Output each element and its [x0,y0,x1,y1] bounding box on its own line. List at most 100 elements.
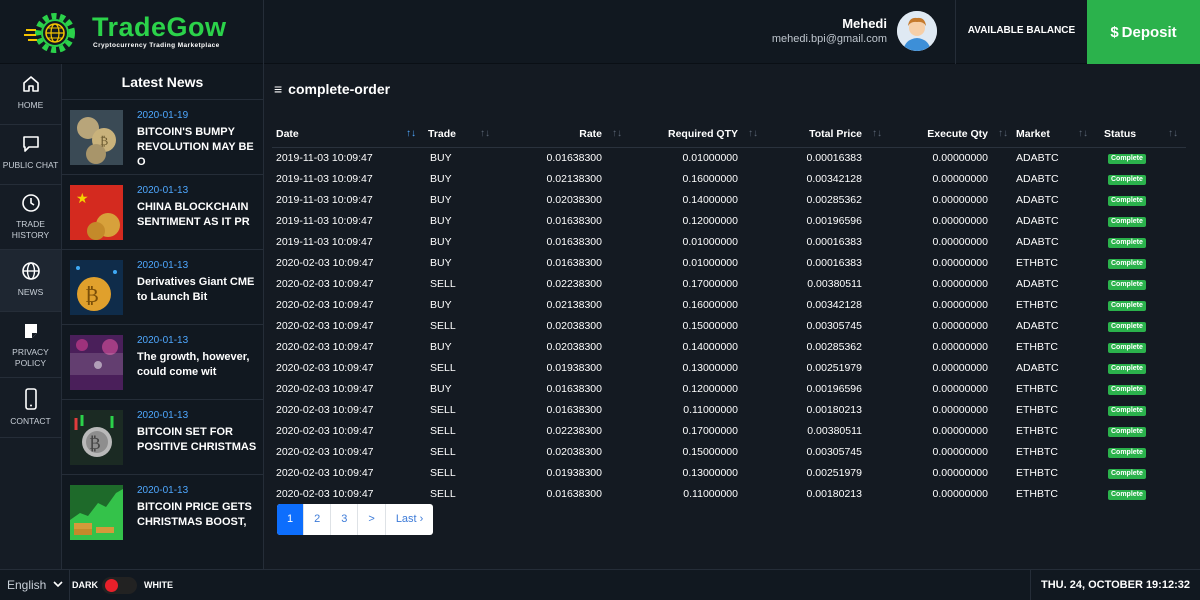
table-cell: BUY [430,193,452,206]
column-header-date[interactable]: Date ↑↓ [272,121,424,148]
news-date: 2020-01-13 [137,410,189,421]
status-badge: Complete [1108,196,1146,206]
table-cell: Complete [1094,168,1186,189]
status-badge: Complete [1108,448,1146,458]
sort-icon[interactable]: ↑↓ [748,128,758,139]
table-row[interactable]: 2019-11-03 10:09:47 BUY 0.01638300 0.010000… [272,147,1186,168]
table-cell: 0.00000000 [932,235,988,248]
table-cell: 0.00180213 [806,487,862,500]
deposit-button[interactable]: $ Deposit [1087,0,1200,64]
table-row[interactable]: 2019-11-03 10:09:47 BUY 0.02138300 0.160000… [272,168,1186,189]
language-select[interactable]: English [0,570,70,600]
column-header-execute-qty[interactable]: Execute Qty ↑↓ [886,121,1012,148]
table-row[interactable]: 2020-02-03 10:09:47 SELL 0.02238300 0.17000… [272,420,1186,441]
sidebar-item-public-chat[interactable]: PUBLIC CHAT [0,125,61,185]
table-cell: 2020-02-03 10:09:47 [276,298,374,311]
column-header-total-price[interactable]: Total Price ↑↓ [762,121,886,148]
menu-icon[interactable]: ≡ [274,81,282,97]
table-cell: 0.00000000 [932,487,988,500]
table-cell: ADABTC [1016,193,1059,206]
news-item[interactable]: 2020-01-13 The growth, however, could co… [62,325,263,400]
deposit-label: Deposit [1121,23,1177,41]
table-cell: Complete [1094,336,1186,357]
status-badge: Complete [1108,259,1146,269]
sort-icon[interactable]: ↑↓ [1078,128,1088,139]
table-cell: 0.01638300 [546,151,602,164]
table-cell: 0.17000000 [682,277,738,290]
table-cell: 0.00305745 [806,445,862,458]
sort-icon[interactable]: ↑↓ [998,128,1008,139]
table-row[interactable]: 2020-02-03 10:09:47 BUY 0.02138300 0.160000… [272,294,1186,315]
column-header-market[interactable]: Market ↑↓ [1012,121,1094,148]
table-row[interactable]: 2020-02-03 10:09:47 SELL 0.02038300 0.15000… [272,315,1186,336]
table-row[interactable]: 2020-02-03 10:09:47 SELL 0.01938300 0.13000… [272,357,1186,378]
chat-icon [22,136,39,152]
sidebar-item-news[interactable]: NEWS [0,250,61,312]
pagination: 1 2 3 > Last › [277,504,434,535]
table-cell: 0.00000000 [932,214,988,227]
table-cell: 0.00196596 [806,214,862,227]
user-name: Mehedi [842,16,887,31]
column-header-status[interactable]: Status ↑↓ [1094,121,1186,148]
news-item[interactable]: ₿ 2020-01-13 Derivatives Giant CME to La… [62,250,263,325]
table-cell: Complete [1094,357,1186,378]
table-cell: 0.00016383 [806,151,862,164]
sort-icon[interactable]: ↑↓ [1168,128,1178,139]
theme-toggle[interactable] [102,577,137,594]
table-cell: 0.02038300 [546,445,602,458]
news-title: Derivatives Giant CME to Launch Bit [137,276,255,303]
table-cell: SELL [430,277,456,290]
sidebar-item-contact[interactable]: CONTACT [0,378,61,438]
sort-icon[interactable]: ↑↓ [480,128,490,139]
table-cell: 0.00000000 [932,445,988,458]
table-row[interactable]: 2020-02-03 10:09:47 SELL 0.02238300 0.17000… [272,273,1186,294]
table-row[interactable]: 2019-11-03 10:09:47 BUY 0.01638300 0.120000… [272,210,1186,231]
table-row[interactable]: 2020-02-03 10:09:47 SELL 0.01638300 0.11000… [272,483,1186,504]
table-row[interactable]: 2019-11-03 10:09:47 BUY 0.02038300 0.140000… [272,189,1186,210]
table-cell: 0.00000000 [932,277,988,290]
table-row[interactable]: 2020-02-03 10:09:47 SELL 0.02038300 0.15000… [272,441,1186,462]
status-badge: Complete [1108,469,1146,479]
sidebar-item-home[interactable]: HOME [0,64,61,125]
column-header-required-qty[interactable]: Required QTY ↑↓ [626,121,762,148]
column-header-rate[interactable]: Rate ↑↓ [498,121,626,148]
dark-mode-label: DARK [72,580,98,590]
news-item[interactable]: ₿ 2020-01-13 BITCOIN SET FOR POSITIVE CH… [62,400,263,475]
table-cell: Complete [1094,420,1186,441]
user-avatar-icon [897,11,937,51]
table-cell: 0.01638300 [546,235,602,248]
sort-icon[interactable]: ↑↓ [406,128,416,139]
sort-icon[interactable]: ↑↓ [872,128,882,139]
table-row[interactable]: 2020-02-03 10:09:47 BUY 0.01638300 0.120000… [272,378,1186,399]
sort-icon[interactable]: ↑↓ [612,128,622,139]
table-cell: 0.02038300 [546,193,602,206]
page-button[interactable]: Last › [386,504,434,535]
page-button[interactable]: 2 [304,504,332,535]
table-row[interactable]: 2020-02-03 10:09:47 SELL 0.01938300 0.13000… [272,462,1186,483]
logo[interactable]: TradeGow Cryptocurrency Trading Marketpl… [0,0,264,64]
table-cell: 0.01638300 [546,214,602,227]
page-button[interactable]: 1 [277,504,305,535]
table-cell: 2020-02-03 10:09:47 [276,319,374,332]
table-row[interactable]: 2019-11-03 10:09:47 BUY 0.01638300 0.010000… [272,231,1186,252]
news-item[interactable]: ★ 2020-01-13 CHINA BLOCKCHAIN SENTIMENT … [62,175,263,250]
table-cell: SELL [430,361,456,374]
sidebar-item-label: CONTACT [10,416,51,426]
column-header-trade[interactable]: Trade ↑↓ [424,121,498,148]
page-button[interactable]: 3 [331,504,359,535]
table-cell: BUY [430,151,452,164]
avatar[interactable] [897,11,937,51]
clock-icon [21,194,40,212]
sidebar-item-trade-history[interactable]: TRADE HISTORY [0,185,61,250]
table-row[interactable]: 2020-02-03 10:09:47 BUY 0.02038300 0.140000… [272,336,1186,357]
page-button[interactable]: > [358,504,386,535]
table-row[interactable]: 2020-02-03 10:09:47 SELL 0.01638300 0.11000… [272,399,1186,420]
table-row[interactable]: 2020-02-03 10:09:47 BUY 0.01638300 0.010000… [272,252,1186,273]
sidebar-item-privacy-policy[interactable]: PRIVACY POLICY [0,312,61,378]
table-cell: Complete [1094,273,1186,294]
news-item[interactable]: 2020-01-13 BITCOIN PRICE GETS CHRISTMAS … [62,475,263,550]
news-item[interactable]: ₿ 2020-01-19 BITCOIN'S BUMPY REVOLUTION … [62,100,263,175]
available-balance[interactable]: AVAILABLE BALANCE [955,0,1087,64]
table-cell: BUY [430,256,452,269]
table-cell: 0.11000000 [683,403,738,416]
